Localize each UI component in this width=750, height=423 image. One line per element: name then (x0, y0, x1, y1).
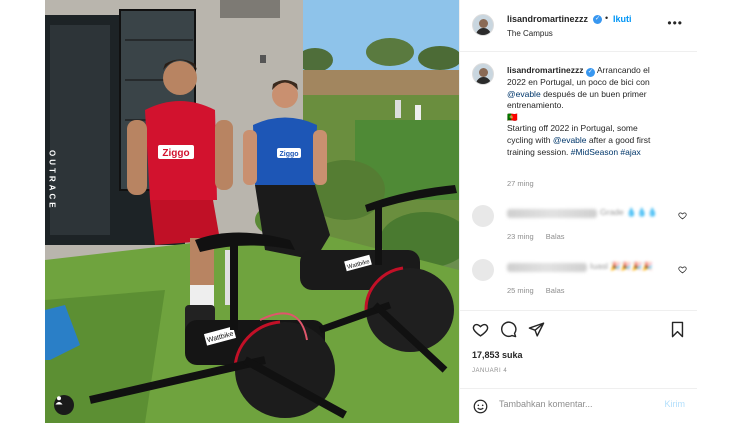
comment-time: 25 ming (507, 286, 534, 295)
shirt-brand-2: Ziggo (279, 151, 298, 158)
caption-text-en-4: training session. (507, 146, 569, 157)
caption-hashtags[interactable]: #MidSeason #ajax (571, 147, 641, 157)
verified-icon: ✓ (585, 68, 595, 77)
photo-scene: Ziggo Ziggo Wattbike Wattbike OUTRACE (45, 0, 459, 423)
separator-dot: • (605, 13, 609, 23)
user-tag-button[interactable] (54, 395, 74, 415)
caption-tagged-user[interactable]: @evable (507, 89, 541, 99)
comment-icon[interactable] (500, 321, 517, 338)
shirt-brand-1: Ziggo (162, 148, 189, 159)
comment-text: Iuasl 🎉🎉🎉🎉 (590, 261, 653, 271)
caption-text-es-2: 2022 en Portugal, un poco de bici con (507, 77, 650, 87)
caption-text-en-2: cycling with (507, 134, 551, 145)
comment-reply-button[interactable]: Balas (546, 232, 565, 241)
share-icon[interactable] (528, 321, 545, 338)
author-username[interactable]: lisandromartinezzz (507, 14, 588, 24)
heart-icon[interactable] (678, 211, 687, 220)
post-location[interactable]: The Campus (507, 29, 553, 38)
comment-reply-button[interactable]: Balas (546, 286, 565, 295)
likes-count[interactable]: 17,853 suka (472, 350, 523, 360)
comment-meta: 23 ming Balas (507, 232, 575, 241)
heart-icon[interactable] (678, 265, 687, 274)
verified-icon: ✓ (593, 15, 602, 24)
post-comment-button[interactable]: Kirim (665, 399, 686, 409)
comment-avatar[interactable] (472, 205, 494, 227)
caption-text-es-1: Arrancando el (596, 65, 650, 75)
caption-text-en-3: after a good first (588, 134, 651, 145)
comment-username-blurred (507, 263, 587, 272)
post-actions: 17,853 suka JANUARI 4 Tambahkan komentar… (460, 310, 697, 420)
post-side-panel: lisandromartinezzz ✓ • Ikuti The Campus … (459, 0, 697, 423)
comment-time: 23 ming (507, 232, 534, 241)
caption-username[interactable]: lisandromartinezzz (507, 65, 584, 75)
wall-text: OUTRACE (48, 150, 57, 211)
comment-avatar[interactable] (472, 259, 494, 281)
post-caption: lisandromartinezzz ✓ Arrancando el 2022 … (507, 65, 687, 158)
author-avatar[interactable] (472, 14, 494, 36)
bookmark-icon[interactable] (670, 321, 685, 338)
post-date: JANUARI 4 (472, 368, 508, 374)
follow-button[interactable]: Ikuti (613, 14, 632, 24)
comment-item: Iuasl 🎉🎉🎉🎉 25 ming Balas (472, 259, 687, 299)
post-photo[interactable]: Ziggo Ziggo Wattbike Wattbike OUTRACE (45, 0, 459, 423)
more-icon[interactable]: ••• (667, 17, 683, 29)
caption-text-es-4: entrenamiento. (507, 100, 564, 111)
caption-avatar[interactable] (472, 63, 494, 85)
comment-text: Grade 💧💧💧 (600, 207, 658, 217)
comment-meta: 25 ming Balas (507, 286, 575, 295)
add-comment-bar: Tambahkan komentar... Kirim (460, 388, 697, 420)
comment-username-blurred (507, 209, 597, 218)
post-header: lisandromartinezzz ✓ • Ikuti The Campus … (460, 0, 697, 52)
caption-time: 27 ming (507, 179, 534, 188)
instagram-post-modal: Ziggo Ziggo Wattbike Wattbike OUTRACE li… (0, 0, 750, 423)
caption-text-es-3: después de un buen primer (543, 88, 647, 99)
heart-icon[interactable] (472, 321, 489, 338)
comment-item: Grade 💧💧💧 23 ming Balas (472, 205, 687, 245)
caption-tagged-user-2[interactable]: @evable (553, 135, 587, 145)
emoji-icon[interactable] (473, 399, 488, 414)
caption-text-en-1: Starting off 2022 in Portugal, some (507, 123, 638, 134)
comment-input[interactable]: Tambahkan komentar... (499, 399, 593, 409)
user-tag-icon (55, 396, 63, 405)
caption-emoji-line: 🇵🇹 (507, 111, 518, 122)
